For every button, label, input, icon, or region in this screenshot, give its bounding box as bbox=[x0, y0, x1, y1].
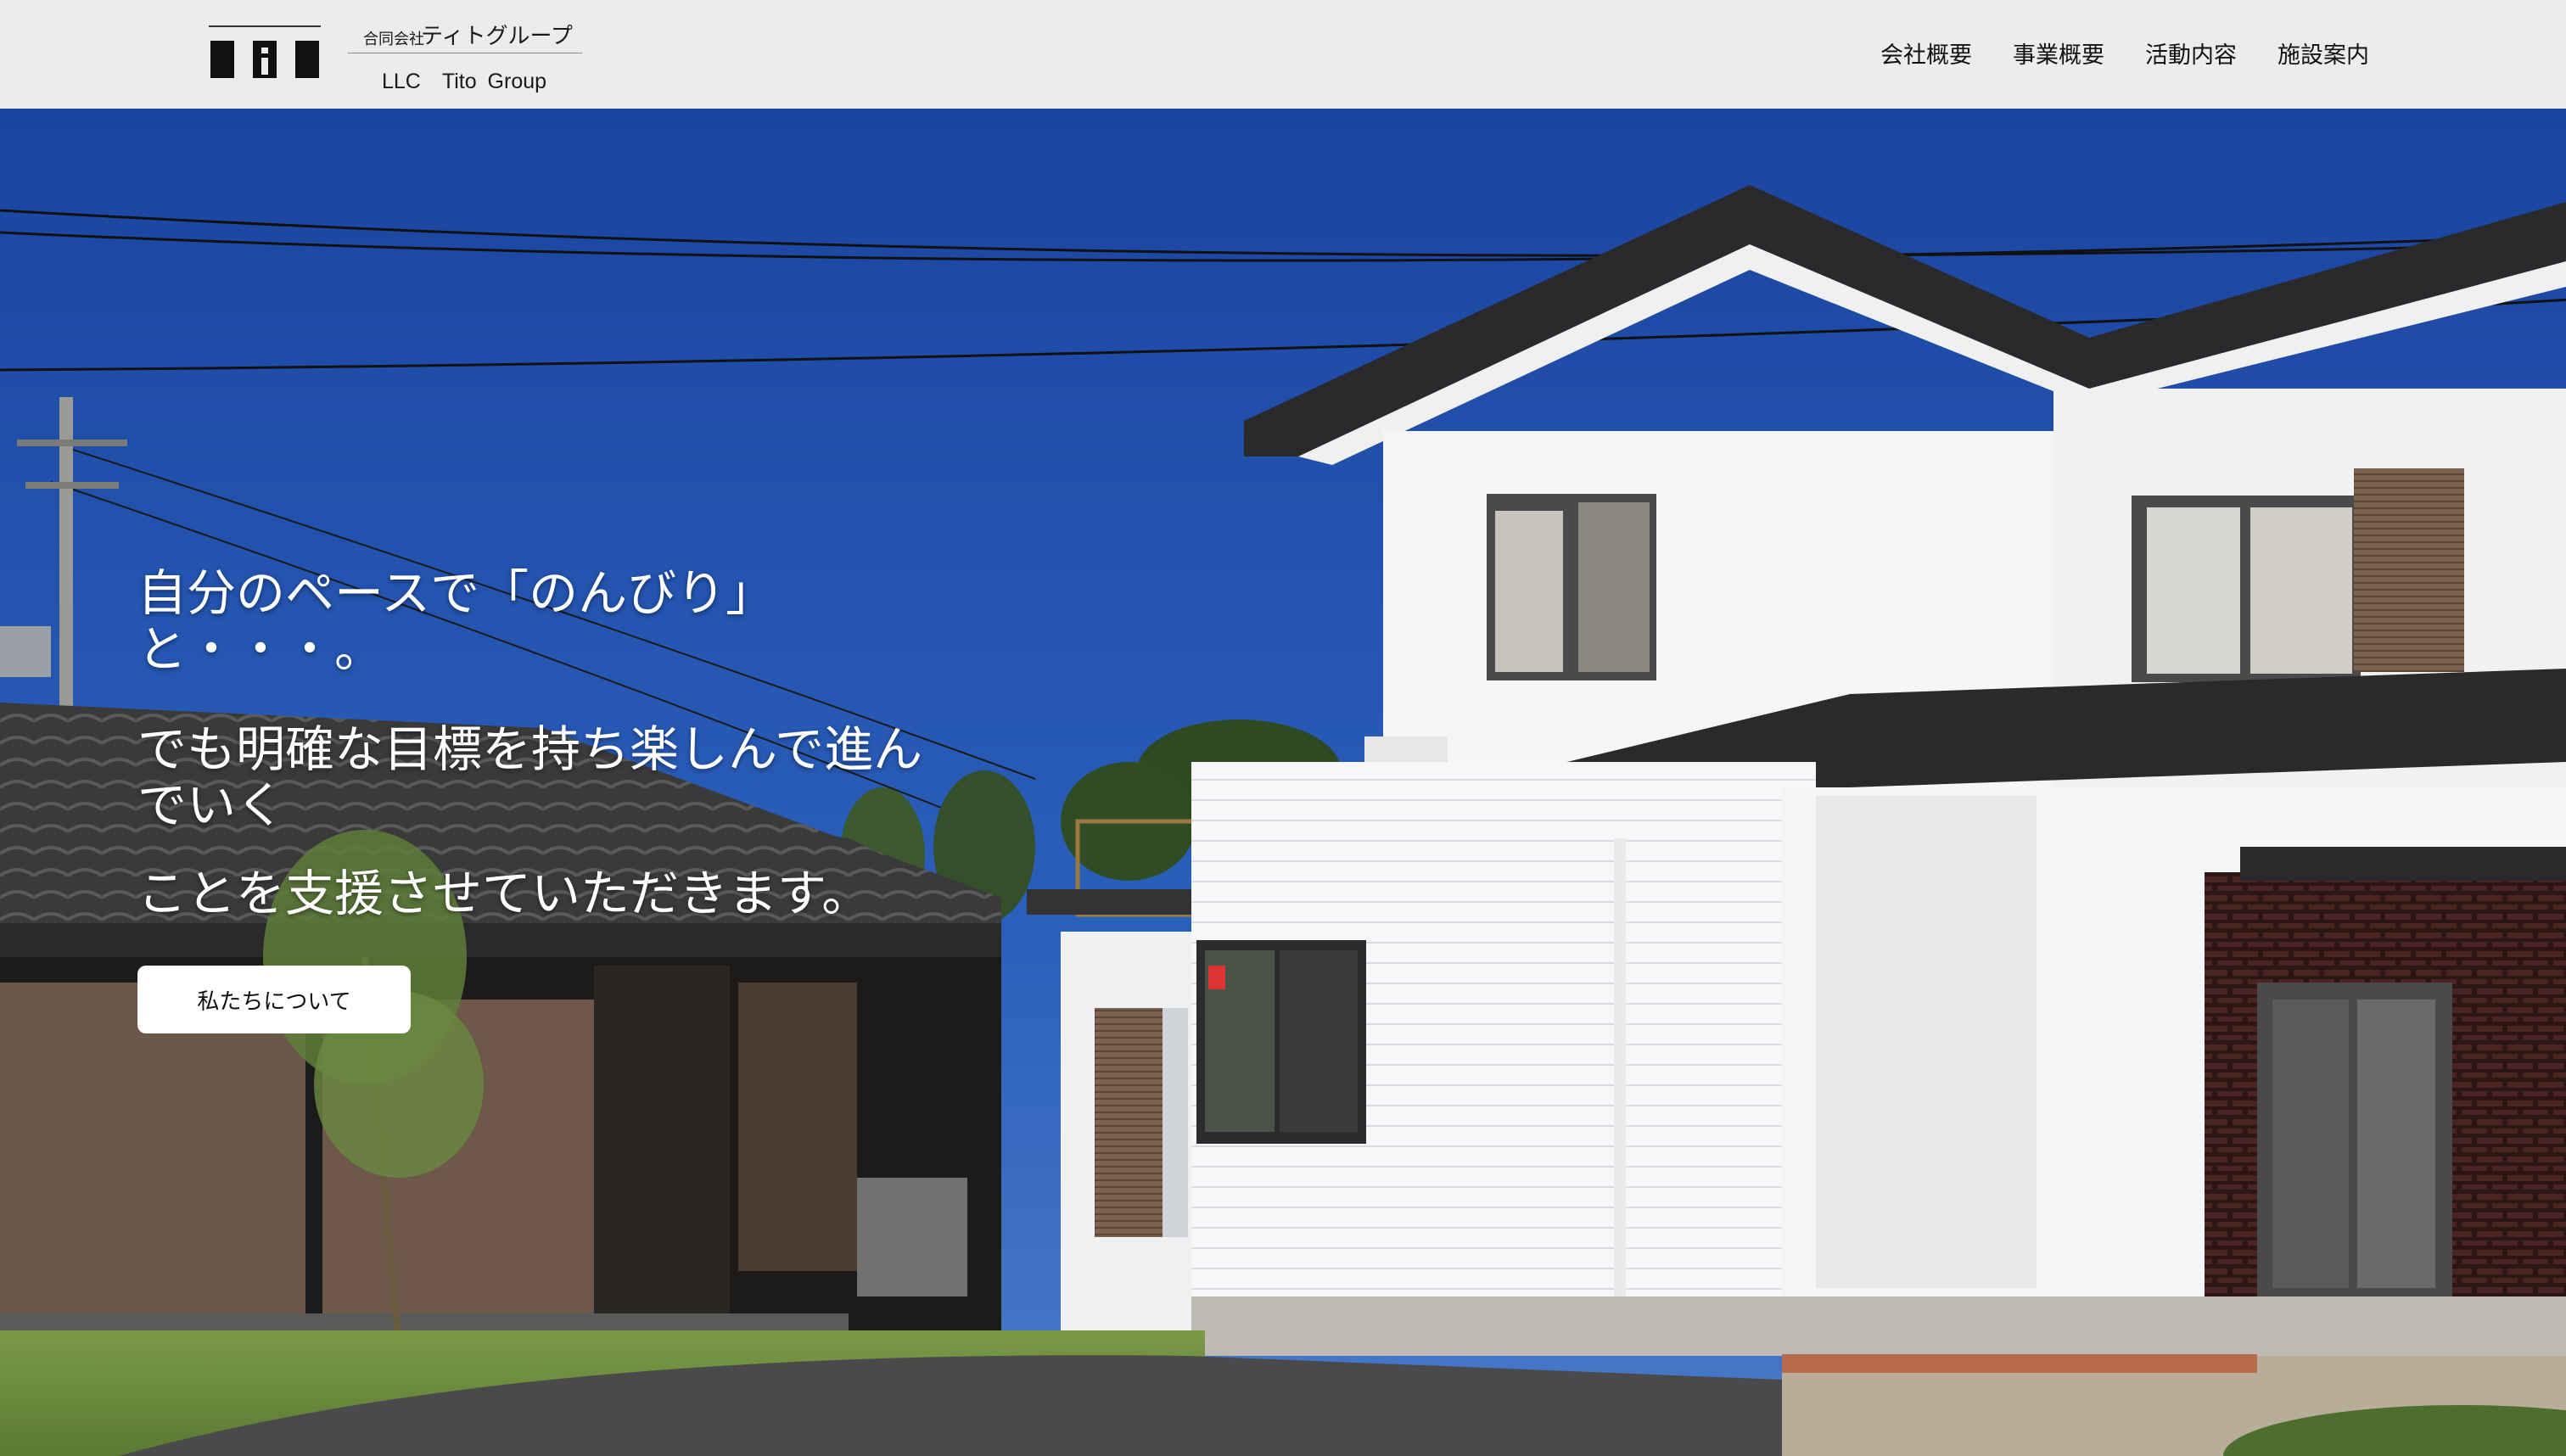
hero-heading-line-2: でも明確な目標を持ち楽しんで進ん でいく bbox=[137, 720, 923, 834]
logo-english-name: LLC Tito Group bbox=[382, 70, 547, 93]
main-nav: 会社概要 事業概要 活動内容 施設案内 bbox=[1880, 36, 2369, 70]
hero-heading-line-1: 自分のペースで「のんびり」 と・・・。 bbox=[137, 564, 776, 678]
nav-item-company[interactable]: 会社概要 bbox=[1880, 36, 1972, 70]
hero-copy: 自分のペースで「のんびり」 と・・・。 でも明確な目標を持ち楽しんで進ん でいく… bbox=[137, 565, 986, 1033]
nav-item-facilities[interactable]: 施設案内 bbox=[2277, 36, 2369, 70]
nav-item-business[interactable]: 事業概要 bbox=[2013, 36, 2104, 70]
hero-section: 自分のペースで「のんびり」 と・・・。 でも明確な目標を持ち楽しんで進ん でいく… bbox=[0, 109, 2566, 1456]
logo-company-name: ティトグループ bbox=[421, 24, 573, 49]
nav-item-activities[interactable]: 活動内容 bbox=[2145, 36, 2237, 70]
logo-text[interactable]: 合同会社 ティトグループ LLC Tito Group bbox=[348, 17, 582, 98]
hero-heading-line-3: ことを支援させていただきます。 bbox=[137, 865, 871, 922]
logo-icon bbox=[209, 25, 321, 78]
site-header: 合同会社 ティトグループ LLC Tito Group 会社概要 事業概要 活動… bbox=[0, 0, 2566, 109]
logo-company-type: 合同会社 bbox=[363, 31, 424, 48]
logo-mark[interactable] bbox=[209, 25, 321, 81]
about-us-button[interactable]: 私たちについて bbox=[137, 966, 411, 1033]
